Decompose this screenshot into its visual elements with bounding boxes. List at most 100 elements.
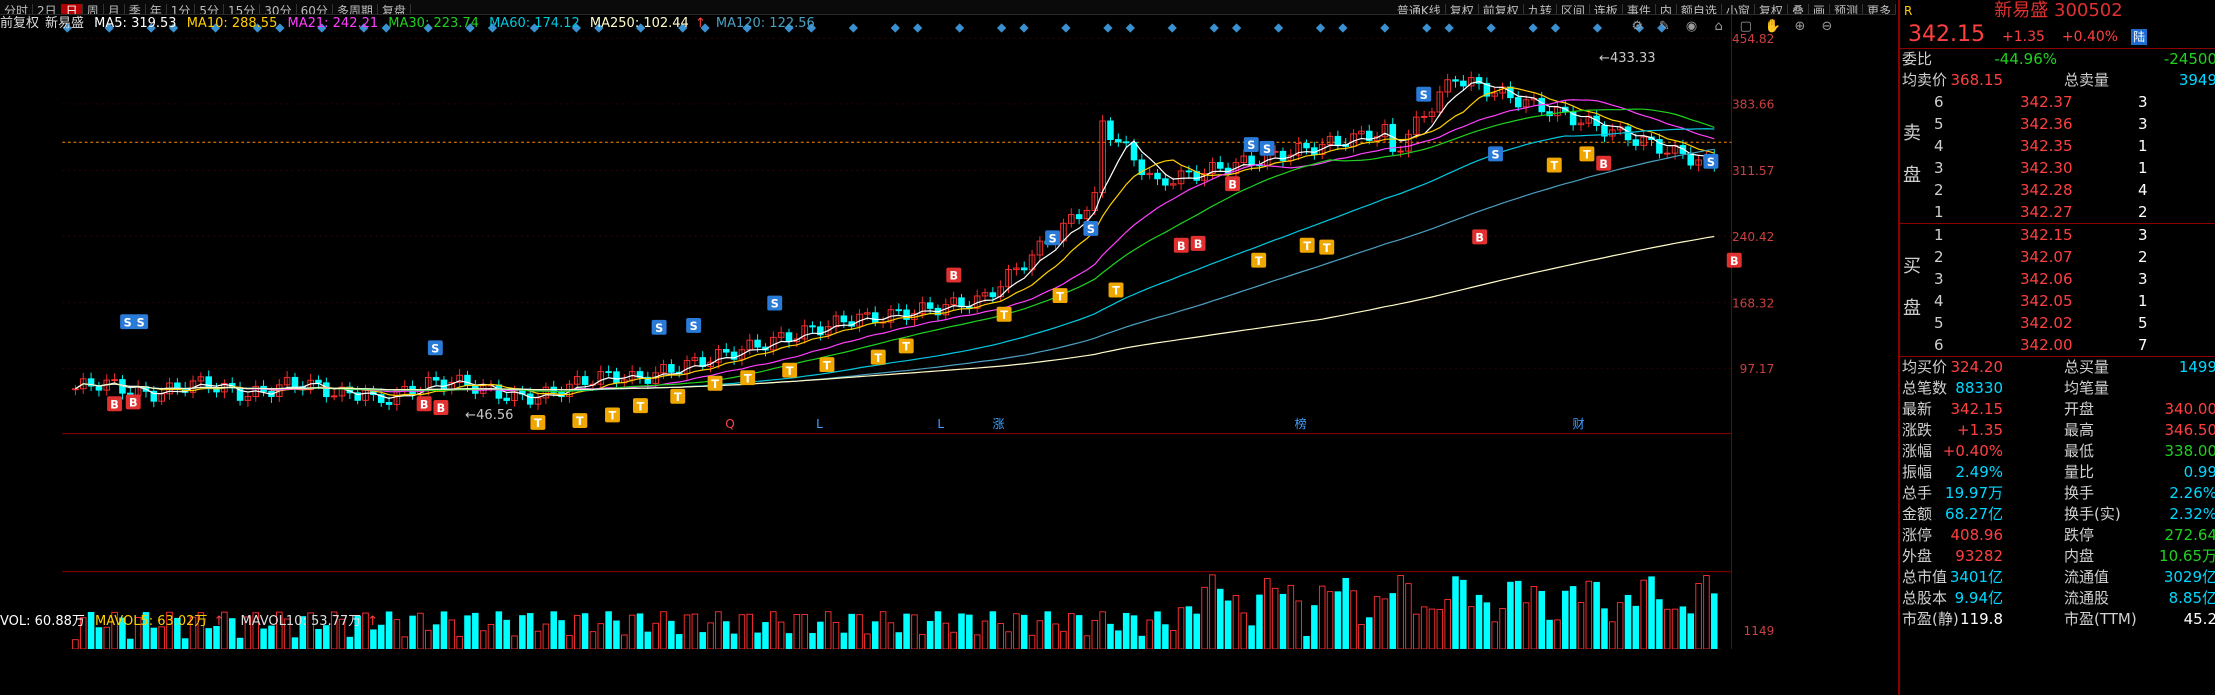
candle-body bbox=[432, 377, 440, 381]
volume-bar bbox=[1656, 599, 1663, 649]
order-book-row[interactable]: 4 342.05 1 bbox=[1900, 290, 2215, 312]
order-px: 342.15 bbox=[2020, 226, 2073, 244]
order-qty: 3 bbox=[2138, 270, 2148, 288]
order-qty: 3 bbox=[2138, 115, 2148, 133]
ma-legend: 前复权 新易盛 MA5: 319.53 MA10: 288.55 MA21: 24… bbox=[0, 15, 821, 33]
volume-bar bbox=[1663, 608, 1671, 649]
volume-bar bbox=[479, 630, 487, 649]
volume-bar bbox=[1624, 594, 1632, 649]
volume-bar bbox=[989, 611, 997, 649]
volume-bar bbox=[1483, 602, 1491, 649]
volume-bar bbox=[1099, 611, 1106, 649]
order-book-row[interactable]: 5 342.36 3 bbox=[1900, 113, 2215, 135]
price-axis-label: 383.66 bbox=[1732, 98, 1774, 112]
volume-bar bbox=[1107, 623, 1114, 649]
volume-bar bbox=[1413, 613, 1420, 649]
order-qty: 4 bbox=[2138, 181, 2148, 199]
gear-icon[interactable]: ⚙ bbox=[1629, 19, 1645, 35]
volume-bar bbox=[1507, 581, 1514, 649]
volume-bar bbox=[1248, 625, 1255, 649]
low-price-label: ←46.56 bbox=[465, 408, 513, 423]
stat-label: 流通股 bbox=[2064, 589, 2110, 607]
candle-body bbox=[840, 315, 848, 323]
volume-bar bbox=[472, 612, 479, 649]
volume-bar bbox=[746, 613, 754, 649]
stat-value: 3029亿 bbox=[2163, 568, 2215, 586]
signal-badge-label: T bbox=[823, 359, 831, 372]
volume-bar bbox=[1585, 580, 1593, 649]
toolbar-option[interactable]: 更多 bbox=[1863, 4, 1896, 14]
stat-label: 总笔数 bbox=[1902, 379, 1948, 397]
signal-diamond bbox=[1019, 23, 1029, 33]
volume-bar bbox=[1601, 608, 1608, 649]
volume-bar bbox=[1514, 580, 1522, 649]
stat-value: 324.20 bbox=[1950, 358, 2004, 376]
stat-value: 8.85亿 bbox=[2168, 589, 2215, 607]
volume-bar bbox=[1044, 611, 1052, 649]
candle-body bbox=[785, 332, 793, 343]
zoom-out-icon[interactable]: ⊖ bbox=[1819, 19, 1835, 35]
signal-badge-label: S bbox=[1087, 223, 1095, 236]
volume-bar bbox=[1373, 596, 1381, 649]
eye-icon[interactable]: ◉ bbox=[1684, 19, 1700, 35]
order-book-row[interactable]: 1 342.27 2 bbox=[1900, 201, 2215, 223]
volume-bar bbox=[1295, 600, 1302, 649]
stat-value: +0.40% bbox=[1942, 442, 2003, 460]
order-qty: 5 bbox=[2138, 314, 2148, 332]
candle-body bbox=[1397, 150, 1404, 153]
candle-body bbox=[1122, 141, 1130, 144]
volume-bar bbox=[973, 634, 981, 649]
order-book-row[interactable]: 2 342.28 4 bbox=[1900, 179, 2215, 201]
candle-body bbox=[1248, 155, 1255, 166]
volume-bar bbox=[1546, 619, 1553, 649]
volume-bar bbox=[1287, 584, 1295, 649]
volume-bar bbox=[542, 623, 550, 649]
price-axis-label: 311.57 bbox=[1732, 164, 1774, 178]
volume-bar bbox=[668, 620, 675, 649]
volume-bar bbox=[1569, 586, 1577, 649]
order-book-row[interactable]: 1 342.15 3 bbox=[1900, 224, 2215, 246]
delete-icon[interactable]: ▢ bbox=[1738, 19, 1754, 35]
candle-body bbox=[1514, 97, 1522, 108]
volume-bar bbox=[1020, 614, 1028, 649]
order-book-row[interactable]: 4 342.35 1 bbox=[1900, 135, 2215, 157]
order-book-row[interactable]: 3 342.30 1 bbox=[1900, 157, 2215, 179]
volume-bar bbox=[597, 623, 605, 649]
volume-bar bbox=[1358, 624, 1365, 649]
price-axis-label: 97.17 bbox=[1740, 362, 1775, 376]
signal-badge-label: B bbox=[1194, 238, 1203, 251]
candle-body bbox=[440, 379, 448, 390]
candle-body bbox=[385, 402, 393, 405]
signal-badge-label: S bbox=[1247, 139, 1255, 152]
candle-body bbox=[1185, 170, 1193, 173]
volume-bar bbox=[942, 622, 950, 649]
order-book-row[interactable]: 6 342.00 7 bbox=[1900, 334, 2215, 356]
stat-label: 金额 bbox=[1902, 505, 1933, 523]
pencil-icon[interactable]: ✎ bbox=[1656, 19, 1672, 35]
volume-bar bbox=[856, 614, 863, 649]
legend-ma120: MA120: 122.56 bbox=[715, 16, 815, 31]
zoom-in-icon[interactable]: ⊕ bbox=[1792, 19, 1808, 35]
candle-body bbox=[613, 371, 620, 384]
order-book-row[interactable]: 6 342.37 3 bbox=[1900, 91, 2215, 113]
order-book-row[interactable]: 2 342.07 2 bbox=[1900, 246, 2215, 268]
volume-bar bbox=[1216, 588, 1224, 649]
volume-bar bbox=[1648, 576, 1655, 649]
volume-bar bbox=[903, 613, 910, 649]
bank-icon[interactable]: ⌂ bbox=[1711, 19, 1727, 35]
quote-stat-row: 总手 19.97万 换手 2.26% bbox=[1900, 483, 2215, 504]
hand-icon[interactable]: ✋ bbox=[1765, 19, 1781, 35]
order-book-row[interactable]: 3 342.06 3 bbox=[1900, 268, 2215, 290]
signal-diamond bbox=[1315, 23, 1326, 33]
quote-stat-row: 涨幅 +0.40% 最低 338.00 bbox=[1900, 441, 2215, 462]
volume-bar bbox=[573, 614, 581, 649]
order-book-row[interactable]: 5 342.02 5 bbox=[1900, 312, 2215, 334]
price-line: 342.15 +1.35 +0.40% 陆 bbox=[1900, 22, 2215, 48]
order-lvl: 5 bbox=[1934, 314, 1944, 332]
stat-value: 10.65万 bbox=[2159, 547, 2215, 565]
candle-body bbox=[95, 385, 103, 391]
kline-chart[interactable]: 454.82383.66311.57240.42168.3297.17←433.… bbox=[0, 14, 1846, 649]
stat-label: 涨跌 bbox=[1902, 421, 1933, 439]
volume-bar bbox=[1060, 630, 1067, 649]
volume-bar bbox=[1154, 611, 1161, 649]
